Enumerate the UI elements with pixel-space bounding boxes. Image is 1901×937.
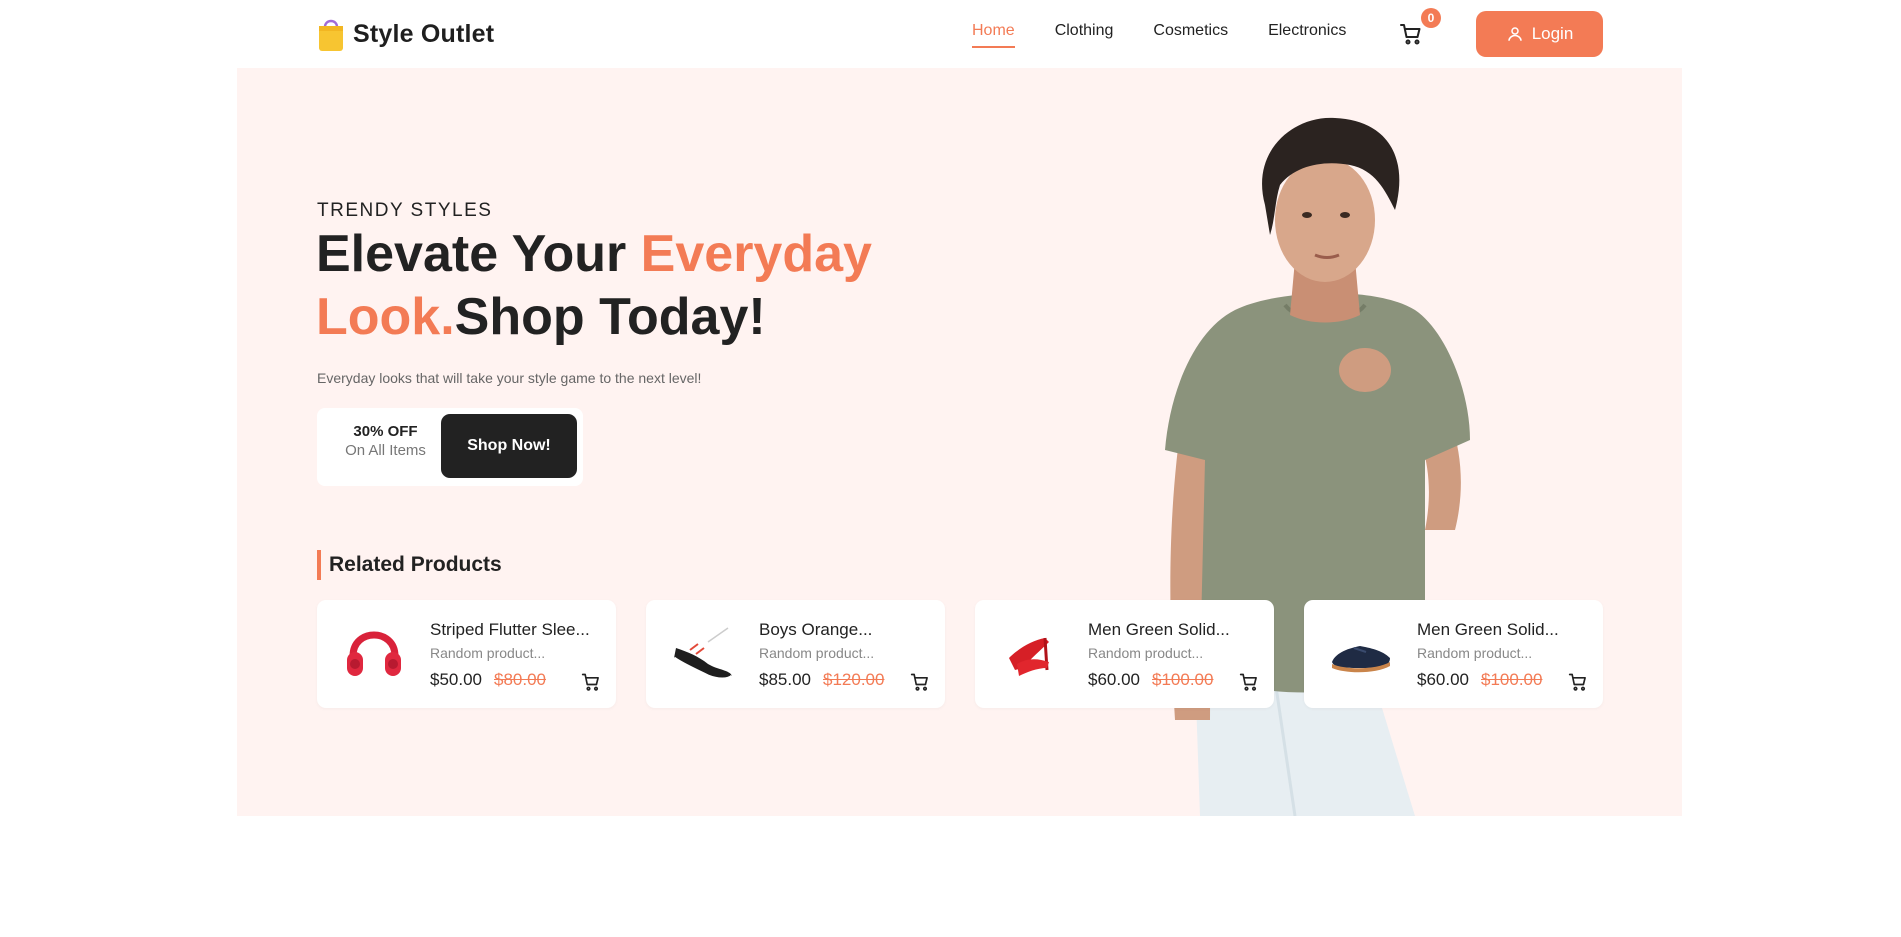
hero-banner: TRENDY STYLES Elevate Your Everyday Look… bbox=[237, 68, 1682, 816]
product-old-price: $80.00 bbox=[494, 670, 546, 689]
product-description: Random product... bbox=[1417, 645, 1533, 661]
product-name: Men Green Solid... bbox=[1088, 620, 1230, 639]
user-icon bbox=[1507, 27, 1522, 41]
headline-part2: Shop Today! bbox=[454, 288, 766, 346]
site-header: Style Outlet Home Clothing Cosmetics Ele… bbox=[0, 0, 1901, 68]
shoe-product-image bbox=[1332, 646, 1390, 673]
product-name: Boys Orange... bbox=[759, 620, 873, 639]
product-price: $60.00 bbox=[1417, 670, 1469, 689]
offer-text: 30% OFF On All Items bbox=[317, 423, 454, 459]
heels-product-image bbox=[1009, 637, 1049, 676]
brand-name: Style Outlet bbox=[353, 19, 495, 48]
headline-part1: Elevate Your bbox=[316, 225, 641, 283]
shopping-bag-icon bbox=[319, 19, 343, 51]
offer-title: 30% OFF bbox=[353, 423, 418, 440]
sneaker-product-image bbox=[673, 627, 734, 681]
nav-electronics[interactable]: Electronics bbox=[1268, 22, 1346, 48]
product-description: Random product... bbox=[1088, 645, 1204, 661]
product-old-price: $100.00 bbox=[1152, 670, 1214, 689]
add-to-cart-icon[interactable] bbox=[1568, 672, 1588, 692]
product-card[interactable]: Striped Flutter Slee... Random product..… bbox=[317, 600, 616, 708]
related-products-list: Striped Flutter Slee... Random product..… bbox=[317, 600, 1603, 708]
nav-cosmetics[interactable]: Cosmetics bbox=[1153, 22, 1228, 48]
brand-logo[interactable]: Style Outlet bbox=[317, 14, 494, 54]
product-old-price: $120.00 bbox=[823, 670, 885, 689]
product-name: Striped Flutter Slee... bbox=[430, 620, 590, 639]
headphones-product-image bbox=[347, 631, 401, 676]
hero-eyebrow: TRENDY STYLES bbox=[317, 200, 493, 221]
offer-subtitle: On All Items bbox=[345, 442, 426, 459]
offer-box: 30% OFF On All Items Shop Now! bbox=[317, 408, 583, 486]
product-description: Random product... bbox=[759, 645, 875, 661]
cart-count-badge: 0 bbox=[1421, 8, 1441, 28]
hero-subtitle: Everyday looks that will take your style… bbox=[317, 370, 702, 386]
nav-home[interactable]: Home bbox=[972, 22, 1015, 48]
main-nav: Home Clothing Cosmetics Electronics bbox=[972, 22, 1346, 48]
related-accent-bar bbox=[317, 550, 321, 580]
login-button[interactable]: Login bbox=[1476, 11, 1603, 57]
product-card[interactable]: Men Green Solid... Random product... $60… bbox=[1304, 600, 1603, 708]
nav-clothing[interactable]: Clothing bbox=[1055, 22, 1114, 48]
product-price: $60.00 bbox=[1088, 670, 1140, 689]
login-label: Login bbox=[1531, 24, 1574, 43]
hero-headline: Elevate Your Everyday Look.Shop Today! bbox=[316, 223, 916, 349]
product-price: $50.00 bbox=[430, 670, 482, 689]
product-card[interactable]: Men Green Solid... Random product... $60… bbox=[975, 600, 1274, 708]
add-to-cart-icon[interactable] bbox=[910, 672, 930, 692]
add-to-cart-icon[interactable] bbox=[581, 672, 601, 692]
product-name: Men Green Solid... bbox=[1417, 620, 1559, 639]
shop-now-button[interactable]: Shop Now! bbox=[441, 414, 577, 478]
related-products-title: Related Products bbox=[329, 553, 502, 576]
product-old-price: $100.00 bbox=[1481, 670, 1543, 689]
product-price: $85.00 bbox=[759, 670, 811, 689]
product-card[interactable]: Boys Orange... Random product... $85.00 … bbox=[646, 600, 945, 708]
product-description: Random product... bbox=[430, 645, 546, 661]
cart-icon[interactable] bbox=[1399, 22, 1423, 46]
add-to-cart-icon[interactable] bbox=[1239, 672, 1259, 692]
hero-model-image bbox=[1165, 117, 1470, 816]
